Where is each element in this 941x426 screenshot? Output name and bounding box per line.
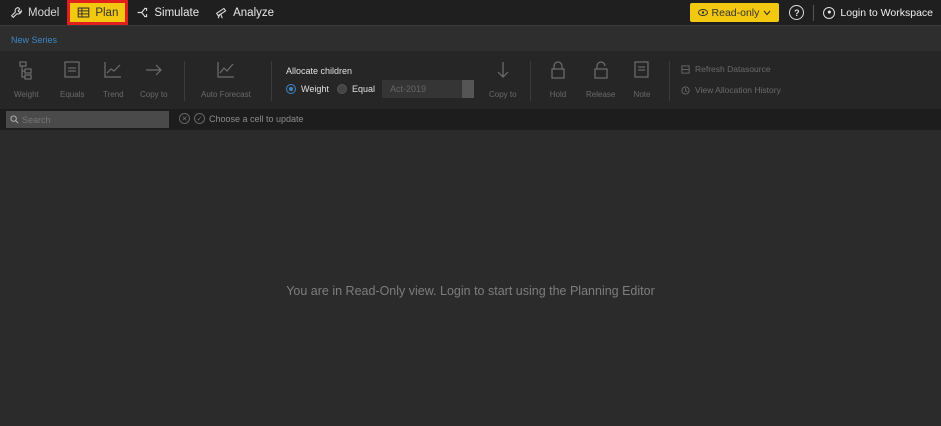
equals-label: Equals xyxy=(60,90,85,99)
copy-to-down-label: Copy to xyxy=(489,90,517,99)
search-icon xyxy=(10,115,19,124)
nav-model-label: Model xyxy=(28,6,60,19)
view-allocation-history-link[interactable]: View Allocation History xyxy=(681,85,781,95)
weight-button[interactable]: Weight xyxy=(14,60,39,99)
readonly-label: Read-only xyxy=(711,6,760,19)
actual-version-select[interactable]: Act-2019 xyxy=(382,80,474,98)
auto-forecast-button[interactable]: Auto Forecast xyxy=(201,60,251,99)
nav-simulate-label: Simulate xyxy=(154,6,200,19)
note-button[interactable]: Note xyxy=(632,60,652,99)
planning-canvas: You are in Read-Only view. Login to star… xyxy=(0,130,941,426)
hold-button[interactable]: Hold xyxy=(548,60,568,99)
copy-to-button[interactable]: Copy to xyxy=(140,60,168,99)
radio-dot xyxy=(337,84,347,94)
select-handle xyxy=(462,80,474,98)
refresh-label: Refresh Datasource xyxy=(695,64,771,74)
refresh-datasource-link[interactable]: Refresh Datasource xyxy=(681,64,771,74)
nav-analyze-label: Analyze xyxy=(233,6,275,19)
nav-analyze[interactable]: Analyze xyxy=(207,0,282,25)
cancel-icon[interactable]: ✕ xyxy=(179,113,190,124)
hierarchy-icon xyxy=(19,61,32,80)
equals-button[interactable]: Equals xyxy=(60,60,84,99)
cell-status-message: Choose a cell to update xyxy=(209,113,304,124)
eye-icon xyxy=(697,9,708,16)
login-button[interactable]: ● Login to Workspace xyxy=(823,6,933,19)
auto-forecast-label: Auto Forecast xyxy=(201,90,251,99)
cell-status: ✕ ✓ Choose a cell to update xyxy=(179,113,304,124)
radio-weight-label: Weight xyxy=(301,84,329,94)
series-bar: New Series xyxy=(0,25,941,51)
ribbon-divider xyxy=(530,61,531,101)
forecast-icon xyxy=(217,62,234,78)
branch-icon xyxy=(137,7,148,18)
allocate-children-title: Allocate children xyxy=(286,66,353,76)
telescope-icon xyxy=(216,7,227,19)
copy-to-down-button[interactable]: Copy to xyxy=(489,60,517,99)
readonly-dropdown[interactable]: Read-only xyxy=(689,3,780,22)
search-input[interactable] xyxy=(6,111,169,128)
confirm-icon[interactable]: ✓ xyxy=(194,113,205,124)
copy-to-label: Copy to xyxy=(140,90,168,99)
weight-label: Weight xyxy=(14,90,39,99)
note-label: Note xyxy=(633,90,651,99)
wrench-icon xyxy=(10,7,22,19)
radio-equal-label: Equal xyxy=(352,84,376,94)
nav-simulate[interactable]: Simulate xyxy=(128,0,207,25)
trend-icon xyxy=(104,62,122,78)
trend-label: Trend xyxy=(103,90,124,99)
top-right-controls: Read-only ? ● Login to Workspace xyxy=(689,0,941,25)
planning-ribbon: Weight Equals Trend Copy to Auto Forecas… xyxy=(0,51,941,109)
note-icon xyxy=(634,61,649,78)
trend-button[interactable]: Trend xyxy=(103,60,124,99)
readonly-message: You are in Read-Only view. Login to star… xyxy=(286,284,655,298)
new-series-link[interactable]: New Series xyxy=(11,35,57,45)
radio-dot-selected xyxy=(286,84,296,94)
unlock-icon xyxy=(594,61,608,79)
release-button[interactable]: Release xyxy=(586,60,615,99)
hold-label: Hold xyxy=(549,90,567,99)
ribbon-divider xyxy=(184,61,185,101)
nav-model[interactable]: Model xyxy=(2,0,67,25)
radio-equal[interactable]: Equal xyxy=(337,84,375,94)
search-bar: ✕ ✓ Choose a cell to update xyxy=(0,109,941,130)
ribbon-divider xyxy=(669,61,670,101)
nav-plan[interactable]: Plan xyxy=(67,0,129,25)
login-label: Login to Workspace xyxy=(840,6,933,19)
divider xyxy=(813,4,815,21)
arrow-down-icon xyxy=(497,62,509,78)
actual-version-value: Act-2019 xyxy=(390,84,427,94)
top-navigation-bar: Model Plan Simulate Analyze Read-only ? … xyxy=(0,0,941,25)
history-icon xyxy=(681,85,690,95)
release-label: Release xyxy=(586,90,616,99)
ribbon-divider xyxy=(271,61,272,101)
table-icon xyxy=(78,7,90,18)
history-label: View Allocation History xyxy=(695,85,781,95)
arrow-right-icon xyxy=(145,64,162,76)
equals-icon xyxy=(64,61,80,78)
chevron-down-icon xyxy=(763,10,771,15)
database-icon xyxy=(681,64,690,74)
radio-weight[interactable]: Weight xyxy=(286,84,329,94)
help-button[interactable]: ? xyxy=(789,5,805,20)
user-icon: ● xyxy=(823,6,836,19)
nav-plan-label: Plan xyxy=(95,6,119,19)
lock-icon xyxy=(551,61,565,79)
